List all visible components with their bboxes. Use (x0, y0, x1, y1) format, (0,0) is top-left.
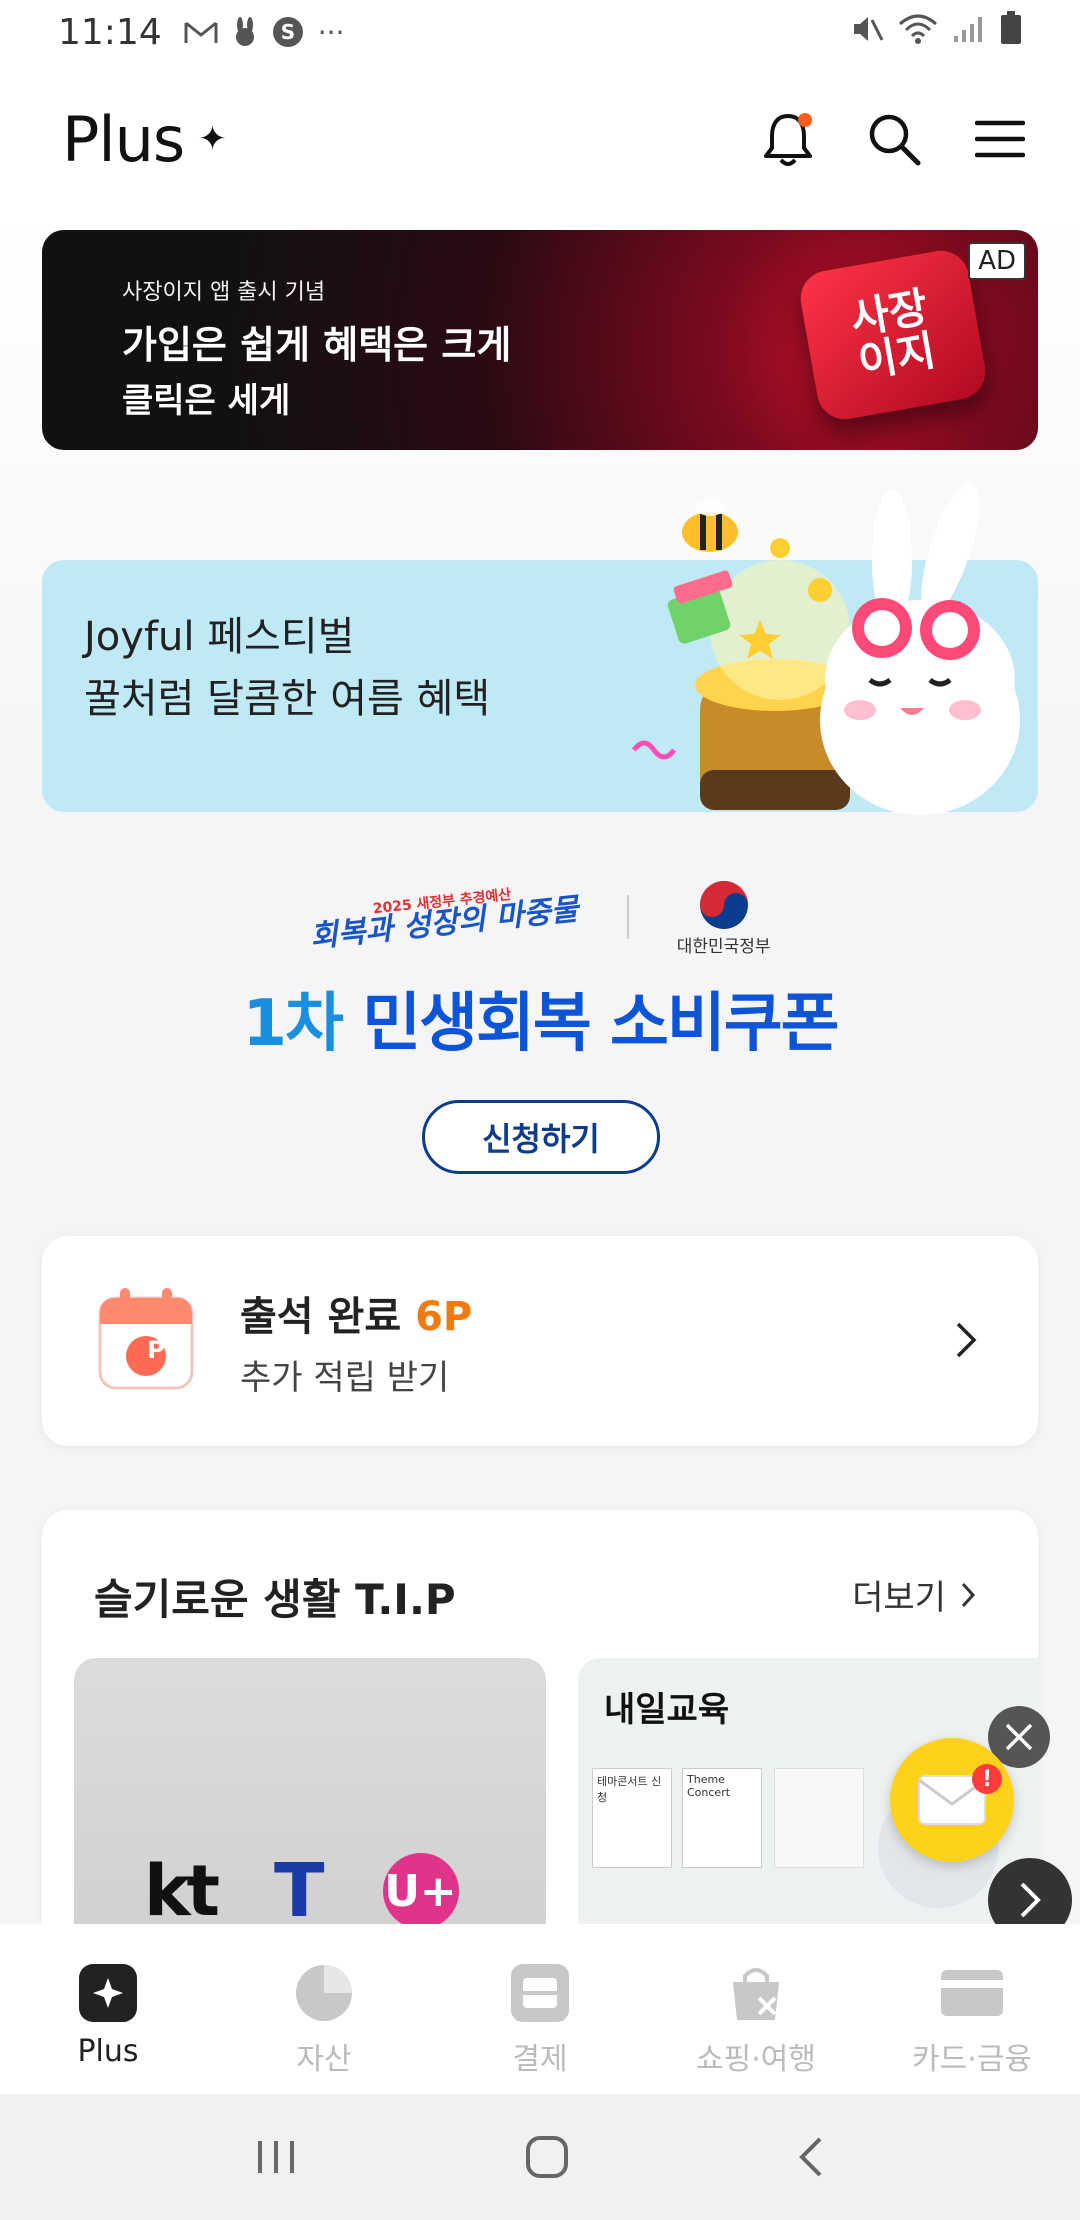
mail-alert-badge: ! (972, 1764, 1002, 1794)
tip-card-telecom[interactable]: kt T U+ (74, 1658, 546, 1950)
attendance-points: 6P (415, 1294, 473, 1340)
government-logo: 대한민국정부 (677, 878, 771, 957)
system-navigation-bar (0, 2094, 1080, 2220)
more-label: 더보기 (852, 1578, 946, 1618)
nav-assets[interactable]: 자산 (216, 1924, 432, 2094)
nav-payment[interactable]: 결제 (432, 1924, 648, 2094)
notification-dot (798, 113, 812, 127)
promo-line2: 꿀처럼 달콤한 여름 혜택 (84, 676, 491, 722)
event-logo: 2025 새정부 추경예산 회복과 성장의 마중물 (308, 881, 580, 955)
ad-key-graphic: 사장 이지 (796, 246, 990, 424)
ad-kicker: 사장이지 앱 출시 기념 (122, 280, 326, 305)
shopping-bag-icon (733, 1968, 779, 2020)
ad-headline: 가입은 쉽게 혜택은 크게 (122, 323, 512, 367)
nav-card-finance-label: 카드·금융 (912, 2042, 1032, 2077)
menu-button[interactable] (970, 109, 1030, 169)
search-icon (869, 114, 921, 166)
attendance-subtitle: 추가 적립 받기 (240, 1358, 450, 1398)
rabbit-app-icon (232, 17, 258, 47)
battery-icon (1000, 10, 1022, 54)
back-icon[interactable] (796, 2135, 826, 2179)
attendance-card[interactable]: P 출석 완료 6P 추가 적립 받기 (42, 1236, 1038, 1446)
close-icon (1005, 1723, 1033, 1751)
nav-shopping-label: 쇼핑·여행 (696, 2042, 816, 2077)
tile-education-title: 내일교육 (604, 1690, 730, 1730)
nav-shopping[interactable]: 쇼핑·여행 (648, 1924, 864, 2094)
nav-payment-label: 결제 (512, 2042, 568, 2077)
ad-banner[interactable]: 사장 이지 사장이지 앱 출시 기념 가입은 쉽게 혜택은 크게 클릭은 세게 … (42, 230, 1038, 450)
coupon-title: 1차 민생회복 소비쿠폰 (0, 972, 1080, 1064)
status-bar: 11:14 S ··· (0, 0, 1080, 64)
more-link[interactable]: 더보기 (852, 1570, 976, 1619)
kt-logo: kt (144, 1850, 220, 1932)
logo-divider (626, 895, 629, 939)
brand-text: Plus (62, 102, 185, 176)
pie-chart-icon (296, 1965, 352, 2021)
mini-card-3 (774, 1768, 864, 1868)
plus-sparkle-icon (79, 1964, 137, 2022)
mini-card-1: 테마콘서트 신청 (592, 1768, 672, 1868)
bottom-navigation: Plus 자산 결제 쇼핑·여행 카드·금융 (0, 1924, 1080, 2094)
tips-title: 슬기로운 생활 T.I.P (94, 1575, 456, 1624)
coupon-section: 2025 새정부 추경예산 회복과 성장의 마중물 대한민국정부 1차 민생회복… (0, 872, 1080, 1182)
ad-label: AD (968, 242, 1026, 280)
hamburger-menu-icon (975, 120, 1025, 158)
sparkle-icon: ✦ (198, 119, 226, 159)
lgu-logo: U+ (382, 1853, 459, 1929)
mail-floating-button[interactable]: ! (890, 1738, 1014, 1862)
brand-logo[interactable]: Plus ✦ (62, 102, 227, 176)
app-header: Plus ✦ (0, 64, 1080, 214)
mini-card-2: Theme Concert (682, 1768, 762, 1868)
more-notifications-icon: ··· (317, 15, 345, 49)
nav-plus[interactable]: Plus (0, 1924, 216, 2094)
government-name: 대한민국정부 (676, 936, 771, 957)
wifi-icon (898, 12, 938, 53)
attendance-title: 출석 완료 6P (240, 1284, 472, 1342)
nav-card-finance[interactable]: 카드·금융 (864, 1924, 1080, 2094)
coupon-title-number: 1차 (242, 987, 343, 1061)
gmail-icon (184, 19, 218, 45)
skt-logo: T (274, 1848, 325, 1934)
status-time: 11:14 (58, 11, 162, 53)
nav-plus-label: Plus (77, 2034, 139, 2069)
scan-icon (511, 1964, 569, 2022)
card-icon (941, 1970, 1003, 2016)
chevron-right-icon (961, 1582, 976, 1607)
chevron-right-icon (956, 1322, 977, 1358)
search-button[interactable] (864, 109, 924, 169)
ad-subline: 클릭은 세게 (122, 381, 291, 421)
taegeuk-emblem-icon (699, 880, 748, 929)
attendance-title-text: 출석 완료 (240, 1294, 402, 1340)
ad-key-line2: 이지 (854, 325, 940, 388)
signal-icon (952, 12, 986, 53)
calendar-letter: P (147, 1336, 165, 1364)
promo-illustration (631, 483, 1020, 815)
chevron-right-icon (1020, 1882, 1041, 1918)
notification-button[interactable] (758, 109, 818, 169)
apply-button[interactable]: 신청하기 (422, 1100, 660, 1174)
svg-text:S: S (281, 20, 295, 44)
mute-icon (850, 12, 884, 53)
s-app-icon: S (272, 16, 304, 48)
home-icon[interactable] (525, 2135, 569, 2179)
tips-section: 슬기로운 생활 T.I.P 더보기 kt T U+ 내일교육 테마콘서트 신청 … (42, 1510, 1038, 1950)
promo-line1: Joyful 페스티벌 (84, 614, 355, 660)
nav-assets-label: 자산 (296, 2042, 352, 2077)
coupon-title-text: 민생회복 소비쿠폰 (341, 987, 839, 1061)
recent-apps-icon[interactable] (254, 2137, 298, 2177)
